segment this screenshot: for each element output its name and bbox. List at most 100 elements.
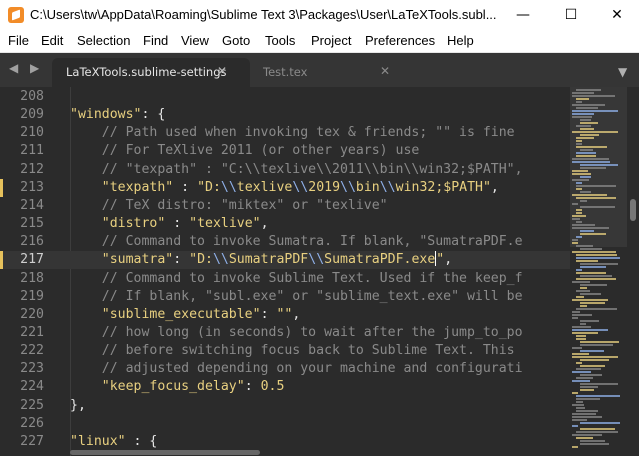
token-punc: : { [125,433,158,449]
tab-nav-arrows-icon[interactable]: ◀ ▶ [9,61,43,75]
line-number: 213 [20,179,44,195]
minimize-button[interactable]: — [500,0,546,30]
token-key: "keep_focus_delay" [101,379,245,395]
horizontal-scrollbar-thumb[interactable] [70,450,260,455]
code-line-209[interactable]: 209 "windows": { [0,106,570,124]
token-cmt: // TeX distro: "miktex" or "texlive" [70,197,388,213]
minimap-line [580,320,599,322]
tab-close-icon[interactable]: ✕ [217,64,227,78]
menu-preferences[interactable]: Preferences [365,33,435,48]
token-punc: : { [141,107,166,123]
minimap-line [580,248,602,250]
minimap-line [572,110,618,112]
minimap-line [572,311,580,313]
line-number: 208 [20,89,44,104]
code-line-224[interactable]: 224 "keep_focus_delay": 0.5 [0,378,570,396]
menu-selection[interactable]: Selection [77,33,130,48]
minimap[interactable] [570,87,627,456]
code-text: "texpath" : "D:\\texlive\\2019\\bin\\win… [70,179,499,197]
menu-bar: File Edit Selection Find View Goto Tools… [0,30,639,53]
token-esc: \\ [340,179,356,195]
code-line-217[interactable]: 217 "sumatra": "D:\\SumatraPDF\\SumatraP… [0,251,570,270]
line-number: 214 [20,197,44,213]
minimap-line [572,116,592,118]
token-key: "windows" [70,107,142,123]
minimap-line [580,134,599,136]
code-text: // Path used when invoking tex & friends… [70,124,515,142]
code-line-212[interactable]: 212 // "texpath" : "C:\\texlive\\2011\\b… [0,161,570,179]
tab-close-icon[interactable]: ✕ [380,64,390,78]
code-line-210[interactable]: 210 // Path used when invoking tex & fri… [0,124,570,142]
code-line-223[interactable]: 223 // adjusted depending on your machin… [0,360,570,378]
minimap-line [572,95,615,97]
minimap-line [580,128,594,130]
minimap-line [576,143,582,145]
minimap-line [572,353,589,355]
minimap-line [572,224,595,226]
minimap-line [572,416,602,418]
code-line-220[interactable]: 220 "sublime_executable": "", [0,306,570,324]
minimap-line [572,251,616,253]
code-line-218[interactable]: 218 // Command to invoke Sublime Text. U… [0,270,570,288]
tab-latextools-settings[interactable]: LaTeXTools.sublime-settings ✕ [52,58,250,87]
minimap-line [580,275,612,277]
minimap-line [580,443,609,445]
code-line-208[interactable]: 208 [0,88,570,106]
code-line-214[interactable]: 214 // TeX distro: "miktex" or "texlive" [0,197,570,215]
vertical-scrollbar-thumb[interactable] [630,199,636,221]
minimap-line [580,386,598,388]
minimap-line [572,356,618,358]
code-line-227[interactable]: 227 "linux" : { [0,433,570,451]
tab-label: LaTeXTools.sublime-settings [66,65,227,79]
minimap-line [576,257,620,259]
token-punc: : [173,179,198,195]
code-line-215[interactable]: 215 "distro" : "texlive", [0,215,570,233]
menu-file[interactable]: File [8,33,29,48]
menu-goto[interactable]: Goto [222,33,250,48]
line-number: 221 [20,324,44,340]
code-line-219[interactable]: 219 // If blank, "subl.exe" or "sublime_… [0,288,570,306]
code-line-216[interactable]: 216 // Command to invoke Sumatra. If bla… [0,233,570,251]
tab-label: Test.tex [263,65,308,79]
minimap-line [580,293,601,295]
token-punc: }, [70,397,86,413]
code-line-222[interactable]: 222 // before switching focus back to Su… [0,342,570,360]
menu-find[interactable]: Find [143,33,168,48]
tab-test-tex[interactable]: Test.tex ✕ [252,58,406,87]
minimap-line [580,284,607,286]
menu-help[interactable]: Help [447,33,474,48]
code-line-225[interactable]: 225}, [0,397,570,415]
code-line-221[interactable]: 221 // how long (in seconds) to wait aft… [0,324,570,342]
token-punc: : [244,379,261,395]
minimap-line [572,92,594,94]
token-str: win32;$PATH" [395,179,491,195]
minimap-line [580,341,619,343]
menu-view[interactable]: View [181,33,209,48]
vertical-scrollbar[interactable] [627,87,639,456]
minimap-line [576,437,593,439]
token-punc: , [490,179,499,195]
menu-edit[interactable]: Edit [41,33,63,48]
code-line-211[interactable]: 211 // For TeXlive 2011 (or other years)… [0,142,570,160]
minimap-line [576,101,582,103]
token-str: texlive [236,179,293,195]
token-str: SumatraPDF.exe [324,252,436,268]
code-text: // before switching focus back to Sublim… [70,342,515,360]
code-editor[interactable]: 208 209 "windows": {210 // Path used when … [0,87,570,456]
minimap-line [576,398,600,400]
minimap-line [580,302,605,304]
minimap-line [576,140,582,142]
menu-tools[interactable]: Tools [265,33,295,48]
minimap-line [576,125,591,127]
tab-dropdown-icon[interactable]: ▼ [618,65,627,79]
token-esc: \\ [292,179,309,195]
minimap-line [576,152,596,154]
close-window-button[interactable]: ✕ [594,0,639,30]
token-punc: : [260,306,277,322]
code-line-226[interactable]: 226 [0,415,570,433]
token-esc: \\ [212,252,229,268]
menu-project[interactable]: Project [311,33,351,48]
maximize-button[interactable]: ☐ [548,0,594,30]
minimap-line [580,200,587,202]
code-line-213[interactable]: 213 "texpath" : "D:\\texlive\\2019\\bin\… [0,178,570,197]
